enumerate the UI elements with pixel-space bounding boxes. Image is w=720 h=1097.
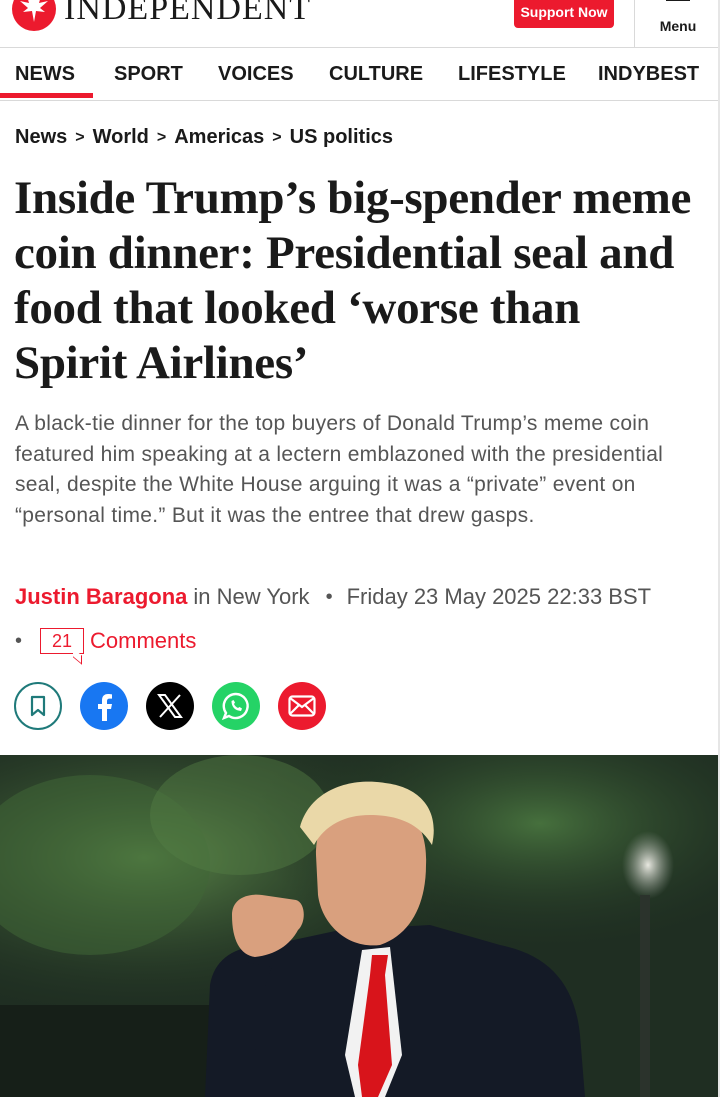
author-link[interactable]: Justin Baragona: [15, 584, 187, 610]
menu-label: Menu: [659, 18, 697, 34]
comment-count-badge[interactable]: 21: [40, 628, 85, 665]
breadcrumb-item-us-politics[interactable]: US politics: [290, 126, 393, 149]
breadcrumb: News > World > Americas > US politics: [15, 126, 393, 149]
breadcrumb-separator: >: [75, 128, 85, 146]
nav-item-indybest[interactable]: INDYBEST: [598, 63, 699, 86]
site-header: INDEPENDENT Support Now Menu: [0, 0, 720, 48]
section-nav: NEWS SPORT VOICES CULTURE LIFESTYLE INDY…: [0, 48, 720, 101]
nav-item-sport[interactable]: SPORT: [114, 63, 183, 86]
comment-count: 21: [52, 630, 73, 651]
comments-bullet: •: [15, 629, 23, 652]
article-standfirst: A black-tie dinner for the top buyers of…: [15, 412, 664, 527]
nav-item-news[interactable]: NEWS: [15, 63, 75, 86]
email-share-button[interactable]: [278, 682, 326, 730]
x-share-button[interactable]: [146, 682, 194, 730]
article-byline: Justin Baragona in New York • Friday 23 …: [15, 584, 651, 610]
eagle-logo-icon: [12, 0, 56, 31]
hero-image: [0, 755, 720, 1097]
site-logo[interactable]: INDEPENDENT: [12, 0, 311, 32]
whatsapp-icon: [221, 692, 249, 721]
email-icon: [288, 695, 316, 717]
bookmark-button[interactable]: [14, 682, 62, 730]
comments-link[interactable]: Comments: [90, 628, 196, 654]
publish-date: Friday 23 May 2025 22:33 BST: [346, 584, 652, 609]
hamburger-icon: [666, 0, 690, 1]
active-nav-indicator: [0, 93, 93, 98]
facebook-share-button[interactable]: [80, 682, 128, 730]
bookmark-icon: [30, 695, 46, 717]
whatsapp-share-button[interactable]: [212, 682, 260, 730]
byline-separator: •: [325, 585, 333, 608]
breadcrumb-item-americas[interactable]: Americas: [174, 126, 264, 149]
breadcrumb-separator: >: [156, 128, 167, 146]
support-now-button[interactable]: Support Now: [514, 0, 614, 28]
x-icon: [157, 694, 183, 718]
nav-item-culture[interactable]: CULTURE: [329, 63, 423, 86]
nav-item-voices[interactable]: VOICES: [218, 63, 294, 86]
breadcrumb-item-world[interactable]: World: [93, 126, 149, 149]
breadcrumb-item-news[interactable]: News: [15, 126, 67, 149]
comments-row: • 21 Comments: [15, 628, 196, 665]
comment-bubble-tail-icon: [73, 648, 83, 665]
facebook-icon: [98, 694, 112, 721]
breadcrumb-separator: >: [272, 128, 282, 146]
menu-button[interactable]: Menu: [634, 0, 720, 47]
byline-location: in New York: [193, 584, 310, 609]
nav-item-lifestyle[interactable]: LIFESTYLE: [458, 63, 566, 86]
article-headline: Inside Trump’s big-spender meme coin din…: [14, 172, 692, 389]
logo-wordmark: INDEPENDENT: [64, 0, 312, 27]
